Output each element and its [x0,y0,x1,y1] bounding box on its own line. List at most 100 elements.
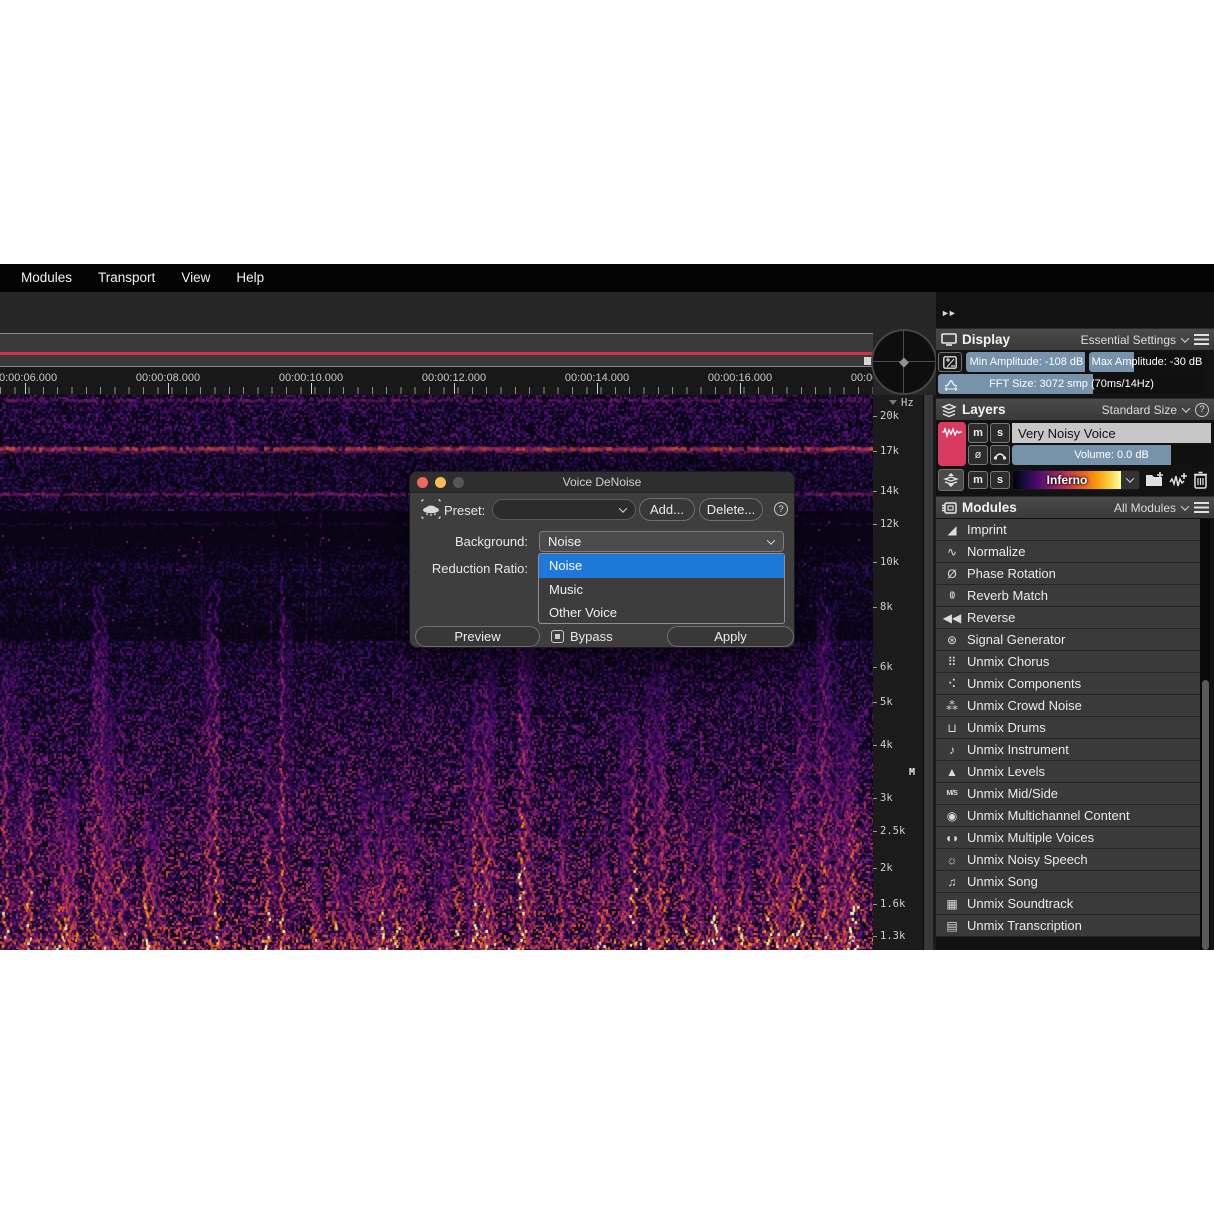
time-ruler-ticks [0,387,873,394]
module-item-unmix-noisy-speech[interactable]: ☼Unmix Noisy Speech [936,849,1200,871]
freq-tick-label: 2.5k [880,825,905,837]
menu-item-transport[interactable]: Transport [85,264,168,292]
background-select[interactable]: Noise [539,531,784,552]
unmix-components-icon: ⠪ [942,677,962,691]
freq-tick [873,868,877,869]
colormap-solo-button[interactable]: s [990,471,1010,489]
modules-menu-icon[interactable] [1194,502,1209,513]
unmix-chorus-icon: ⠿ [942,655,962,669]
display-panel-title: Display [962,332,1010,347]
freq-tick [873,904,877,905]
apply-button[interactable]: Apply [667,626,794,647]
freq-tick-label: 14k [880,485,899,497]
modules-scrollbar[interactable] [1200,519,1210,950]
unmix-transcription-icon: ▤ [942,919,962,933]
modules-scrollbar-thumb[interactable] [1202,680,1209,950]
add-layer-icon[interactable] [1169,471,1189,489]
chevron-down-icon [1181,334,1189,342]
display-preset-select[interactable]: Essential Settings [1081,333,1176,347]
time-major-tick [740,383,741,394]
freq-tick-label: 8k [880,601,893,613]
module-item-unmix-instrument[interactable]: ♪Unmix Instrument [936,739,1200,761]
layer-name[interactable]: Very Noisy Voice [1012,423,1211,443]
add-preset-button[interactable]: Add... [639,498,695,521]
module-item-unmix-mid-side[interactable]: M/SUnmix Mid/Side [936,783,1200,805]
app-window: ModulesTransportViewHelp 00:00:06.00000:… [0,0,1214,1214]
bypass-label[interactable]: Bypass [570,629,613,644]
signal-generator-icon: ⊛ [942,633,962,647]
module-label: Signal Generator [967,632,1065,647]
dropdown-option-noise[interactable]: Noise [539,554,784,578]
freq-tick-label: 12k [880,518,899,530]
frequency-scrollbar[interactable] [923,395,933,950]
freq-tick-label: 20k [880,410,899,422]
layer-mute-button[interactable]: m [968,423,988,443]
add-group-icon[interactable] [1145,471,1165,489]
collapse-panel-icon[interactable]: ►► [941,308,955,318]
amplitude-range-icon[interactable] [938,352,962,372]
fft-size-slider[interactable]: FFT Size: 3072 smp (70ms/14Hz) [938,374,1205,394]
module-item-unmix-multichannel-content[interactable]: ◉Unmix Multichannel Content [936,805,1200,827]
menu-item-help[interactable]: Help [223,264,277,292]
colormap-mute-button[interactable]: m [968,471,988,489]
module-item-signal-generator[interactable]: ⊛ Signal Generator [936,629,1200,651]
layers-size-select[interactable]: Standard Size [1102,403,1177,417]
colormap-stack-icon[interactable] [938,469,964,491]
max-amplitude-slider[interactable]: Max Amplitude: -30 dB [1089,352,1205,372]
time-major-tick [311,383,312,394]
module-item-unmix-song[interactable]: ♫Unmix Song [936,871,1200,893]
layer-phase-invert-button[interactable]: ø [968,445,988,465]
module-item-unmix-transcription[interactable]: ▤ Unmix Transcription [936,915,1200,937]
module-item-unmix-levels[interactable]: ▲Unmix Levels [936,761,1200,783]
layers-help-icon[interactable]: ? [1195,403,1209,417]
layer-thumbnail[interactable] [938,422,966,466]
dialog-help-icon[interactable]: ? [774,502,788,516]
freq-tick [873,491,877,492]
layer-volume-slider[interactable]: Volume: 0.0 dB [1012,445,1211,465]
chevron-down-icon [889,400,897,405]
preset-select[interactable] [492,499,636,520]
dialog-title: Voice DeNoise [410,475,794,489]
module-item-normalize[interactable]: ∿Normalize [936,541,1200,563]
layer-solo-button[interactable]: s [990,423,1010,443]
module-item-phase-rotation[interactable]: ØPhase Rotation [936,563,1200,585]
module-item-reverb-match[interactable]: (|)Reverb Match [936,585,1200,607]
overview-bar[interactable] [0,333,873,367]
module-label: Unmix Soundtrack [967,896,1073,911]
module-item-imprint[interactable]: ◢Imprint [936,519,1200,541]
freq-tick [873,416,877,417]
delete-layer-icon[interactable] [1193,470,1208,489]
module-item-unmix-multiple-voices[interactable]: ◖◗Unmix Multiple Voices [936,827,1200,849]
module-item-unmix-chorus[interactable]: ⠿Unmix Chorus [936,651,1200,673]
menu-item-modules[interactable]: Modules [8,264,85,292]
frequency-ruler[interactable]: Hz M 20k17k14k12k10k8k6k5k4k3k2.5k2k1.6k… [873,395,936,950]
preview-button[interactable]: Preview [415,626,540,647]
display-menu-icon[interactable] [1194,334,1209,345]
dropdown-option-other-voice[interactable]: Other Voice [539,601,784,624]
time-ruler[interactable]: 00:00:06.00000:00:08.00000:00:10.00000:0… [0,367,873,395]
module-item-unmix-soundtrack[interactable]: ▦Unmix Soundtrack [936,893,1200,915]
module-item-unmix-components[interactable]: ⠪Unmix Components [936,673,1200,695]
modules-filter-select[interactable]: All Modules [1114,501,1176,515]
module-item-unmix-drums[interactable]: ⊔Unmix Drums [936,717,1200,739]
freq-tick-label: 4k [880,739,893,751]
delete-preset-button[interactable]: Delete... [699,498,763,521]
dialog-title-bar[interactable]: Voice DeNoise [410,472,794,493]
colormap-select[interactable]: Inferno [1012,470,1140,490]
layer-pan-button[interactable] [990,445,1010,465]
reverb-match-icon: (|) [942,592,962,599]
time-major-tick [25,383,26,394]
freq-tick [873,798,877,799]
module-label: Unmix Transcription [967,918,1082,933]
min-amplitude-slider[interactable]: Min Amplitude: -108 dB [966,352,1087,372]
background-dropdown-menu: NoiseMusicOther Voice [538,553,785,624]
module-item-reverse[interactable]: ◀◀Reverse [936,607,1200,629]
3d-navigation-ball[interactable]: ◆ [871,329,937,395]
bypass-icon[interactable] [551,630,564,643]
menu-item-view[interactable]: View [168,264,223,292]
frequency-marker-label: M [909,767,915,778]
dropdown-option-music[interactable]: Music [539,578,784,602]
cube-icon: ◆ [899,354,909,370]
module-item-unmix-crowd-noise[interactable]: ⁂Unmix Crowd Noise [936,695,1200,717]
freq-tick-label: 6k [880,661,893,673]
